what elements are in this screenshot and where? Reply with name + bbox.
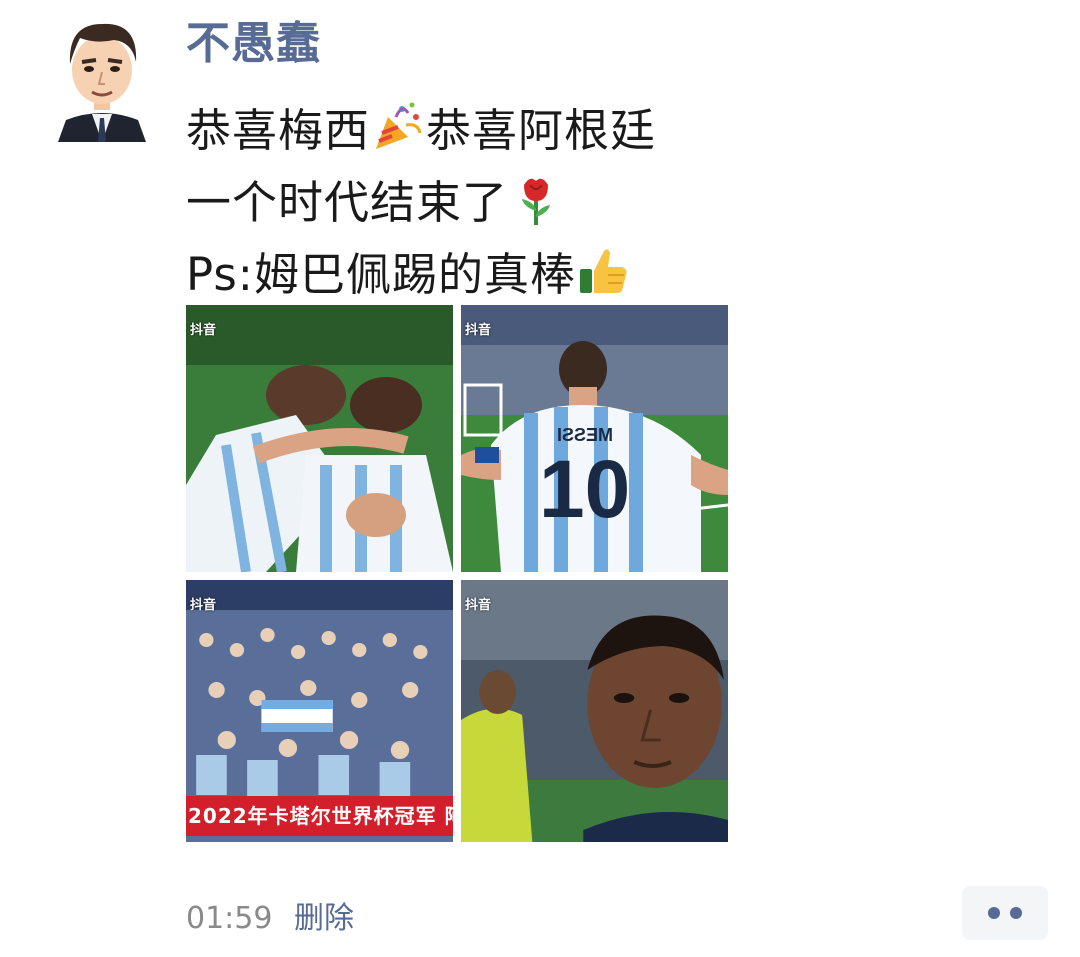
party-popper-icon	[372, 99, 424, 153]
post-text: 恭喜梅西 恭喜阿根廷 一个时代结束了 Ps:姆巴佩踢的真棒	[186, 90, 906, 306]
delete-button[interactable]: 删除	[294, 896, 354, 942]
more-actions-button[interactable]	[962, 886, 1048, 940]
post-line-2: 一个时代结束了	[186, 162, 906, 234]
post-line-text: 恭喜阿根廷	[426, 103, 657, 157]
photo-thumbnail-4[interactable]: 抖音	[461, 580, 728, 842]
post-line-text: 一个时代结束了	[186, 175, 509, 229]
avatar-cartoon	[56, 14, 148, 142]
post-line-3: Ps:姆巴佩踢的真棒	[186, 234, 906, 306]
douyin-watermark: 抖音	[190, 598, 217, 613]
post-line-text: Ps:姆巴佩踢的真棒	[186, 247, 576, 301]
post-timestamp: 01:59	[186, 901, 273, 936]
douyin-watermark: 抖音	[465, 598, 492, 613]
douyin-watermark: 抖音	[190, 323, 217, 338]
photo-thumbnail-3[interactable]: 抖音 2022年卡塔尔世界杯冠军 阿根廷	[186, 580, 453, 842]
post-line-text: 恭喜梅西	[186, 103, 371, 157]
photo-banner: 2022年卡塔尔世界杯冠军 阿根廷	[186, 796, 453, 836]
rose-icon	[510, 171, 562, 225]
douyin-watermark: 抖音	[465, 323, 492, 338]
dot-icon	[1010, 907, 1022, 919]
jersey-number: 10	[539, 444, 631, 535]
mbappe-closeup-image	[461, 580, 728, 842]
dot-icon	[988, 907, 1000, 919]
jersey-name: MESSI	[557, 425, 614, 445]
players-celebrating-image	[186, 305, 453, 572]
thumbs-up-icon	[578, 243, 630, 297]
post-line-1: 恭喜梅西 恭喜阿根廷	[186, 90, 906, 162]
photo-thumbnail-1[interactable]: 抖音	[186, 305, 453, 572]
photo-grid: 抖音 抖音 MESSI 10 抖音 2022年卡塔尔世界杯冠军 抖音	[186, 305, 729, 842]
post-username[interactable]: 不愚蠢	[186, 14, 321, 74]
user-avatar[interactable]	[56, 14, 148, 142]
photo-thumbnail-2[interactable]: 抖音 MESSI 10	[461, 305, 728, 572]
